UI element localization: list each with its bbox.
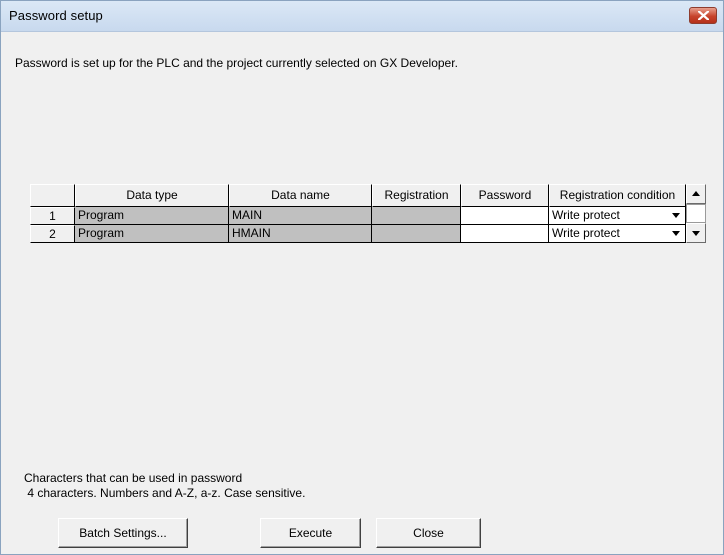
row-2-registration[interactable] <box>372 225 461 243</box>
header-password[interactable]: Password <box>461 184 549 207</box>
row-1-index[interactable]: 1 <box>30 207 75 225</box>
close-button[interactable]: Close <box>376 518 481 548</box>
scroll-down-arrow-icon <box>692 231 700 236</box>
row-1-password-field[interactable] <box>461 207 549 225</box>
row-2-registration-condition-dropdown[interactable]: Write protect <box>549 225 686 243</box>
row-2-index[interactable]: 2 <box>30 225 75 243</box>
execute-button[interactable]: Execute <box>260 518 361 548</box>
row-1-registration-condition-value: Write protect <box>552 208 620 222</box>
header-registration[interactable]: Registration <box>372 184 461 207</box>
title-bar[interactable]: Password setup <box>1 1 723 32</box>
corner-header-cell <box>30 184 75 207</box>
scroll-thumb[interactable] <box>686 204 706 223</box>
row-2-data-type[interactable]: Program <box>75 225 229 243</box>
close-icon <box>698 11 709 20</box>
scroll-up-button[interactable] <box>686 184 706 204</box>
header-data-type[interactable]: Data type <box>75 184 229 207</box>
header-data-name[interactable]: Data name <box>229 184 372 207</box>
password-hint: Characters that can be used in password … <box>24 471 305 501</box>
description-text: Password is set up for the PLC and the p… <box>15 56 458 70</box>
batch-settings-button[interactable]: Batch Settings... <box>58 518 188 548</box>
scroll-up-arrow-icon <box>692 191 700 196</box>
scroll-down-button[interactable] <box>686 223 706 243</box>
row-1-data-name[interactable]: MAIN <box>229 207 372 225</box>
row-2-data-name[interactable]: HMAIN <box>229 225 372 243</box>
hint-line-2: 4 characters. Numbers and A-Z, a-z. Case… <box>24 486 306 500</box>
dropdown-arrow-icon[interactable] <box>669 208 683 222</box>
table-vertical-scrollbar[interactable] <box>686 184 706 243</box>
row-1-registration[interactable] <box>372 207 461 225</box>
row-2-registration-condition-value: Write protect <box>552 226 620 240</box>
close-window-button[interactable] <box>689 7 717 24</box>
window-title: Password setup <box>9 8 103 23</box>
row-1-data-type[interactable]: Program <box>75 207 229 225</box>
dropdown-arrow-icon[interactable] <box>669 226 683 240</box>
password-table: Data type Data name Registration Passwor… <box>30 184 706 254</box>
hint-line-1: Characters that can be used in password <box>24 471 243 485</box>
row-2-password-field[interactable] <box>461 225 549 243</box>
password-setup-window: Password setup Password is set up for th… <box>0 0 724 555</box>
row-1-registration-condition-dropdown[interactable]: Write protect <box>549 207 686 225</box>
header-registration-condition[interactable]: Registration condition <box>549 184 686 207</box>
